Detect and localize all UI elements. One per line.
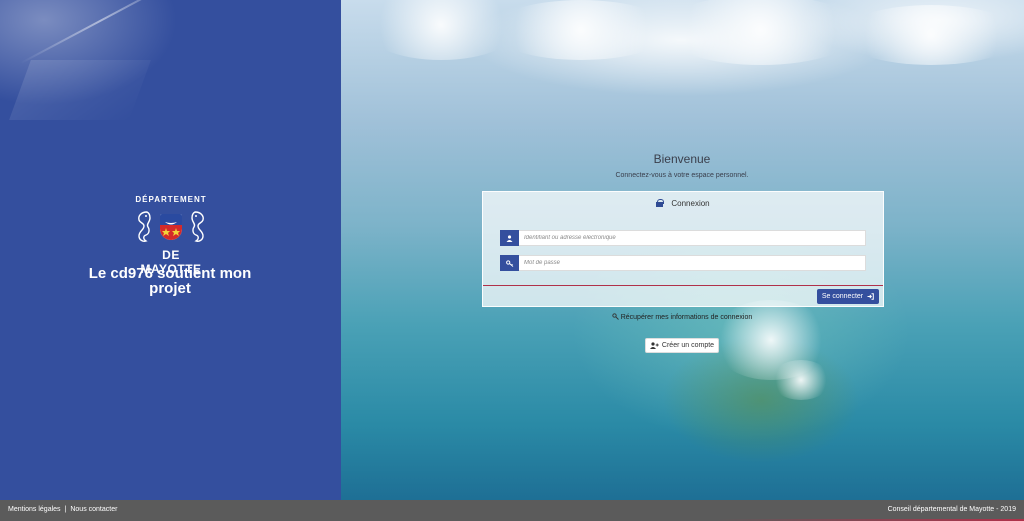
recover-credentials-label: Récupérer mes informations de connexion — [620, 314, 753, 321]
username-input[interactable] — [519, 230, 866, 246]
brand-panel: DÉPARTEMENT DE MAYOTTE Le cd976 soutient… — [0, 0, 341, 500]
logo-top-text: DÉPARTEMENT — [135, 195, 207, 204]
tagline: Le cd976 soutient mon projet — [88, 265, 252, 297]
seahorse-right-icon — [191, 211, 204, 242]
welcome-subtitle: Connectez-vous à votre espace personnel. — [615, 172, 749, 179]
login-page: DÉPARTEMENT DE MAYOTTE Le cd976 soutient… — [0, 0, 1024, 521]
cloud — [841, 5, 1021, 65]
key-search-icon — [612, 313, 619, 320]
sign-in-icon — [867, 293, 874, 300]
seahorse-left-icon — [138, 211, 151, 242]
cloud — [491, 0, 671, 60]
login-button-label: Se connecter — [821, 293, 864, 300]
welcome-heading: Bienvenue — [653, 152, 711, 166]
login-panel-title: Connexion — [671, 198, 710, 208]
form-divider — [483, 285, 883, 286]
key-icon — [500, 255, 519, 271]
create-account-button[interactable]: Créer un compte — [645, 338, 719, 353]
crest-icon — [133, 206, 209, 248]
lock-icon — [656, 199, 665, 207]
password-input[interactable] — [519, 255, 866, 271]
login-button[interactable]: Se connecter — [817, 289, 879, 304]
user-plus-icon — [649, 342, 659, 349]
footer: Mentions légales | Nous contacter Consei… — [0, 500, 1024, 521]
footer-links: Mentions légales | Nous contacter — [8, 506, 117, 513]
copyright-text: Conseil départemental de Mayotte - 2019 — [887, 506, 1016, 513]
username-field-group — [500, 230, 866, 246]
login-form: Connexion Se connecter — [482, 191, 884, 307]
shield-icon — [160, 214, 182, 240]
light-ray-secondary — [9, 60, 151, 120]
contact-link[interactable]: Nous contacter — [70, 506, 117, 513]
footer-separator: | — [64, 506, 67, 513]
login-panel-header: Connexion — [483, 192, 883, 214]
cloud — [771, 360, 831, 400]
password-field-group — [500, 255, 866, 271]
cloud — [661, 0, 861, 65]
department-logo: DÉPARTEMENT DE MAYOTTE — [133, 195, 209, 276]
legal-notice-link[interactable]: Mentions légales — [8, 506, 61, 513]
user-icon — [500, 230, 519, 246]
create-account-label: Créer un compte — [661, 342, 715, 349]
recover-credentials-link[interactable]: Récupérer mes informations de connexion — [560, 313, 804, 321]
